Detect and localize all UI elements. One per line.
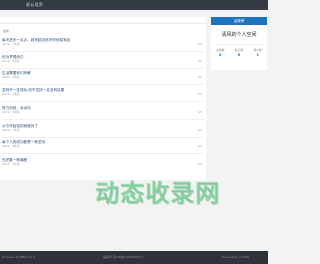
post-reply-count: 0/0: [197, 76, 202, 79]
post-meta: admin · 7天前: [2, 129, 20, 132]
divider: [2, 101, 204, 102]
space-name[interactable]: 清风的个人空间: [211, 32, 267, 39]
divider: [2, 51, 204, 52]
stat-value: 8: [219, 53, 222, 57]
post-item[interactable]: 但为梦想而已 admin · 3天前 0/0: [2, 55, 204, 69]
post-reply-count: 0/0: [197, 60, 202, 63]
post-item[interactable]: 坚持不一定成功,但不坚持一定没有结果 admin · 5天前 0/0: [2, 88, 204, 102]
user-space-card: 活跃榜 清风的个人空间 主题数 8 帖子数 8 用户数 1: [211, 17, 267, 70]
post-reply-count: 0/0: [197, 129, 202, 132]
post-item[interactable]: 从今开始真的就做到了 admin · 7天前 0/0: [2, 124, 204, 138]
post-meta: admin · 6天前: [2, 111, 20, 114]
footer-processed: Processed: 0.008s: [222, 255, 250, 259]
footer-icp[interactable]: 备案号:京ICP备0000000号-1: [103, 255, 143, 260]
post-reply-count: 0/0: [197, 93, 202, 96]
stat-topics: 主题数 8: [211, 48, 230, 62]
site-title[interactable]: 碧云境界: [26, 2, 43, 8]
post-reply-count: 0/0: [197, 163, 202, 166]
post-meta: admin · 1天前: [2, 43, 20, 46]
post-reply-count: 0/0: [197, 43, 202, 46]
stat-value: 1: [256, 53, 259, 57]
post-title[interactable]: 先完善一种编程: [2, 158, 182, 163]
post-list-header: 最新: [0, 17, 206, 33]
post-item[interactable]: 生活需要你们来解 admin · 4天前 0/0: [2, 71, 204, 85]
sidebar-header: 活跃榜: [211, 17, 267, 25]
divider: [2, 119, 204, 120]
divider: [215, 44, 263, 45]
post-title[interactable]: 努力向前，永远向: [2, 106, 182, 111]
post-title[interactable]: 从今开始真的就做到了: [2, 124, 182, 129]
divider: [2, 137, 204, 138]
post-meta: admin · 9天前: [2, 163, 20, 166]
post-title[interactable]: 每个人的成功都是一种坚持: [2, 140, 182, 145]
section-label: 最新: [3, 29, 10, 33]
post-item[interactable]: 每天进步一点点，越来越自信不停地探索自 admin · 1天前 0/0: [2, 38, 204, 52]
divider: [2, 68, 204, 69]
post-title[interactable]: 生活需要你们来解: [2, 71, 182, 76]
watermark-logo: 动态收录网: [95, 179, 220, 207]
post-meta: admin · 5天前: [2, 93, 20, 96]
post-meta: admin · 8天前: [2, 145, 20, 148]
post-title[interactable]: 但为梦想而已: [2, 55, 182, 60]
post-meta: admin · 4天前: [2, 76, 20, 79]
stat-users: 用户数 1: [248, 48, 267, 62]
post-reply-count: 0/0: [197, 145, 202, 148]
top-navbar: 碧云境界: [0, 0, 268, 10]
stats-row: 主题数 8 帖子数 8 用户数 1: [211, 48, 267, 62]
post-list-panel: 最新 每天进步一点点，越来越自信不停地探索自 admin · 1天前 0/0 但…: [0, 17, 206, 180]
divider: [2, 84, 204, 85]
post-reply-count: 0/0: [197, 111, 202, 114]
stat-value: 8: [237, 53, 241, 57]
divider: [2, 153, 204, 154]
footer-powered-by[interactable]: Powered by BBS 4.0.4: [2, 255, 35, 260]
post-item[interactable]: 每个人的成功都是一种坚持 admin · 8天前 0/0: [2, 140, 204, 154]
page-footer: Powered by BBS 4.0.4 备案号:京ICP备0000000号-1…: [0, 251, 268, 264]
stat-posts: 帖子数 8: [230, 48, 249, 62]
post-item[interactable]: 先完善一种编程 admin · 9天前 0/0: [2, 158, 204, 172]
post-item[interactable]: 努力向前，永远向 admin · 6天前 0/0: [2, 106, 204, 120]
post-meta: admin · 3天前: [2, 60, 20, 63]
post-title[interactable]: 坚持不一定成功,但不坚持一定没有结果: [2, 88, 182, 93]
post-title[interactable]: 每天进步一点点，越来越自信不停地探索自: [2, 38, 182, 43]
